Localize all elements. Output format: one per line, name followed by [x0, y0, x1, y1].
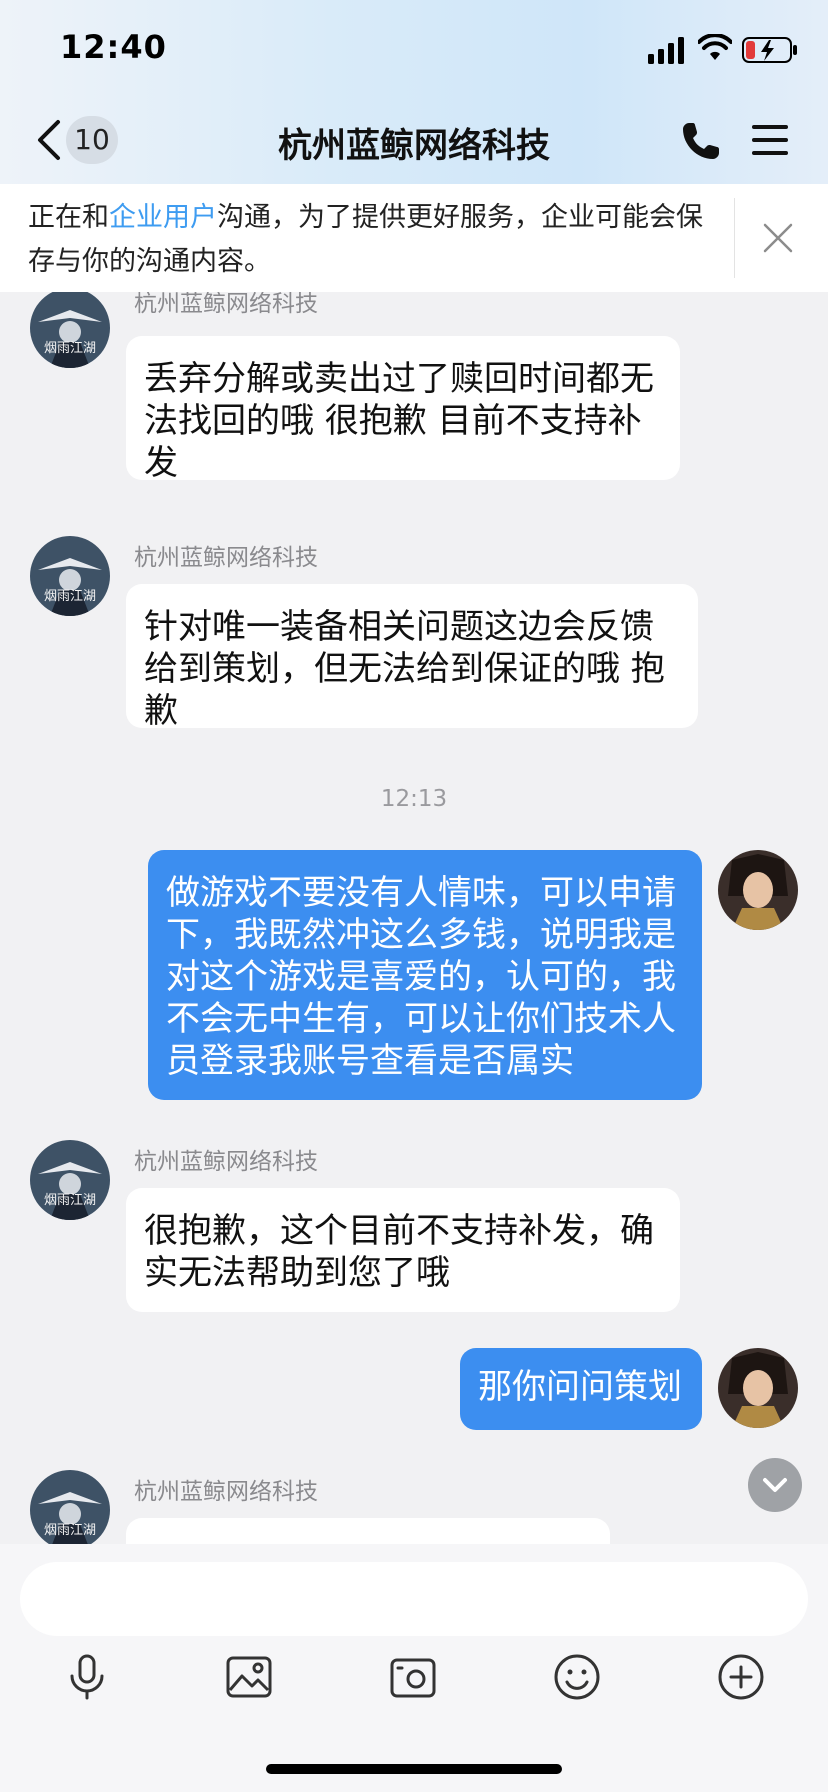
sender-name: 杭州蓝鲸网络科技	[134, 292, 318, 317]
avatar-label: 烟雨江湖	[44, 589, 96, 604]
company-avatar-image: 烟雨江湖	[30, 292, 110, 368]
notice-divider	[734, 198, 735, 278]
status-time: 12:40	[60, 28, 167, 66]
message-bubble-outgoing[interactable]: 做游戏不要没有人情味，可以申请下，我既然冲这么多钱，说明我是对这个游戏是喜爱的，…	[148, 850, 702, 1100]
status-icons	[648, 32, 798, 68]
notice-text: 正在和企业用户沟通，为了提供更好服务，企业可能会保存与你的沟通内容。	[28, 196, 728, 284]
message-bubble-incoming[interactable]	[126, 1518, 610, 1544]
avatar[interactable]: 烟雨江湖	[30, 536, 110, 616]
emoji-icon[interactable]	[552, 1652, 602, 1702]
avatar[interactable]: 烟雨江湖	[30, 292, 110, 368]
company-avatar-image: 烟雨江湖	[30, 1140, 110, 1220]
battery-icon	[742, 37, 797, 63]
chevron-down-icon	[763, 1478, 787, 1492]
microphone-icon[interactable]	[62, 1652, 112, 1702]
company-avatar-image: 烟雨江湖	[30, 536, 110, 616]
camera-icon[interactable]	[388, 1652, 438, 1702]
top-bar: 12:40 10 杭州蓝鲸网络科技	[0, 0, 828, 184]
user-avatar-image	[718, 1348, 798, 1428]
company-avatar-image: 烟雨江湖	[30, 1470, 110, 1544]
time-separator: 12:13	[380, 786, 448, 812]
sender-name: 杭州蓝鲸网络科技	[134, 1149, 318, 1175]
avatar[interactable]: 烟雨江湖	[30, 1140, 110, 1220]
image-icon[interactable]	[224, 1652, 274, 1702]
input-toolbar	[0, 1544, 828, 1792]
avatar-label: 烟雨江湖	[44, 341, 96, 356]
message-bubble-incoming[interactable]: 针对唯一装备相关问题这边会反馈给到策划，但无法给到保证的哦 抱歉	[126, 584, 698, 731]
close-icon[interactable]	[762, 222, 794, 254]
message-bubble-incoming[interactable]: 很抱歉，这个目前不支持补发，确实无法帮助到您了哦	[126, 1188, 680, 1312]
plus-circle-icon[interactable]	[716, 1652, 766, 1702]
avatar[interactable]: 烟雨江湖	[30, 1470, 110, 1544]
home-indicator	[266, 1764, 562, 1774]
chat-message-list[interactable]: 烟雨江湖 杭州蓝鲸网络科技 丢弃分解或卖出过了赎回时间都无法找回的哦 很抱歉 目…	[0, 292, 828, 1544]
avatar-label: 烟雨江湖	[44, 1523, 96, 1538]
user-avatar-image	[718, 850, 798, 930]
sender-name: 杭州蓝鲸网络科技	[134, 545, 318, 571]
avatar[interactable]	[718, 1348, 798, 1428]
enterprise-notice-banner: 正在和企业用户沟通，为了提供更好服务，企业可能会保存与你的沟通内容。	[0, 184, 828, 292]
hamburger-menu-icon[interactable]	[750, 122, 790, 158]
scroll-to-bottom-button[interactable]	[748, 1458, 802, 1512]
phone-icon[interactable]	[680, 120, 722, 162]
avatar-label: 烟雨江湖	[44, 1193, 96, 1208]
avatar[interactable]	[718, 850, 798, 930]
signal-icon	[648, 37, 684, 64]
message-input[interactable]	[20, 1562, 808, 1636]
wifi-icon	[698, 34, 732, 60]
enterprise-user-link[interactable]: 企业用户	[109, 202, 217, 233]
message-bubble-incoming[interactable]: 丢弃分解或卖出过了赎回时间都无法找回的哦 很抱歉 目前不支持补发	[126, 336, 680, 483]
notice-prefix: 正在和	[28, 202, 109, 233]
message-bubble-outgoing[interactable]: 那你问问策划	[460, 1348, 702, 1430]
sender-name: 杭州蓝鲸网络科技	[134, 1479, 318, 1505]
